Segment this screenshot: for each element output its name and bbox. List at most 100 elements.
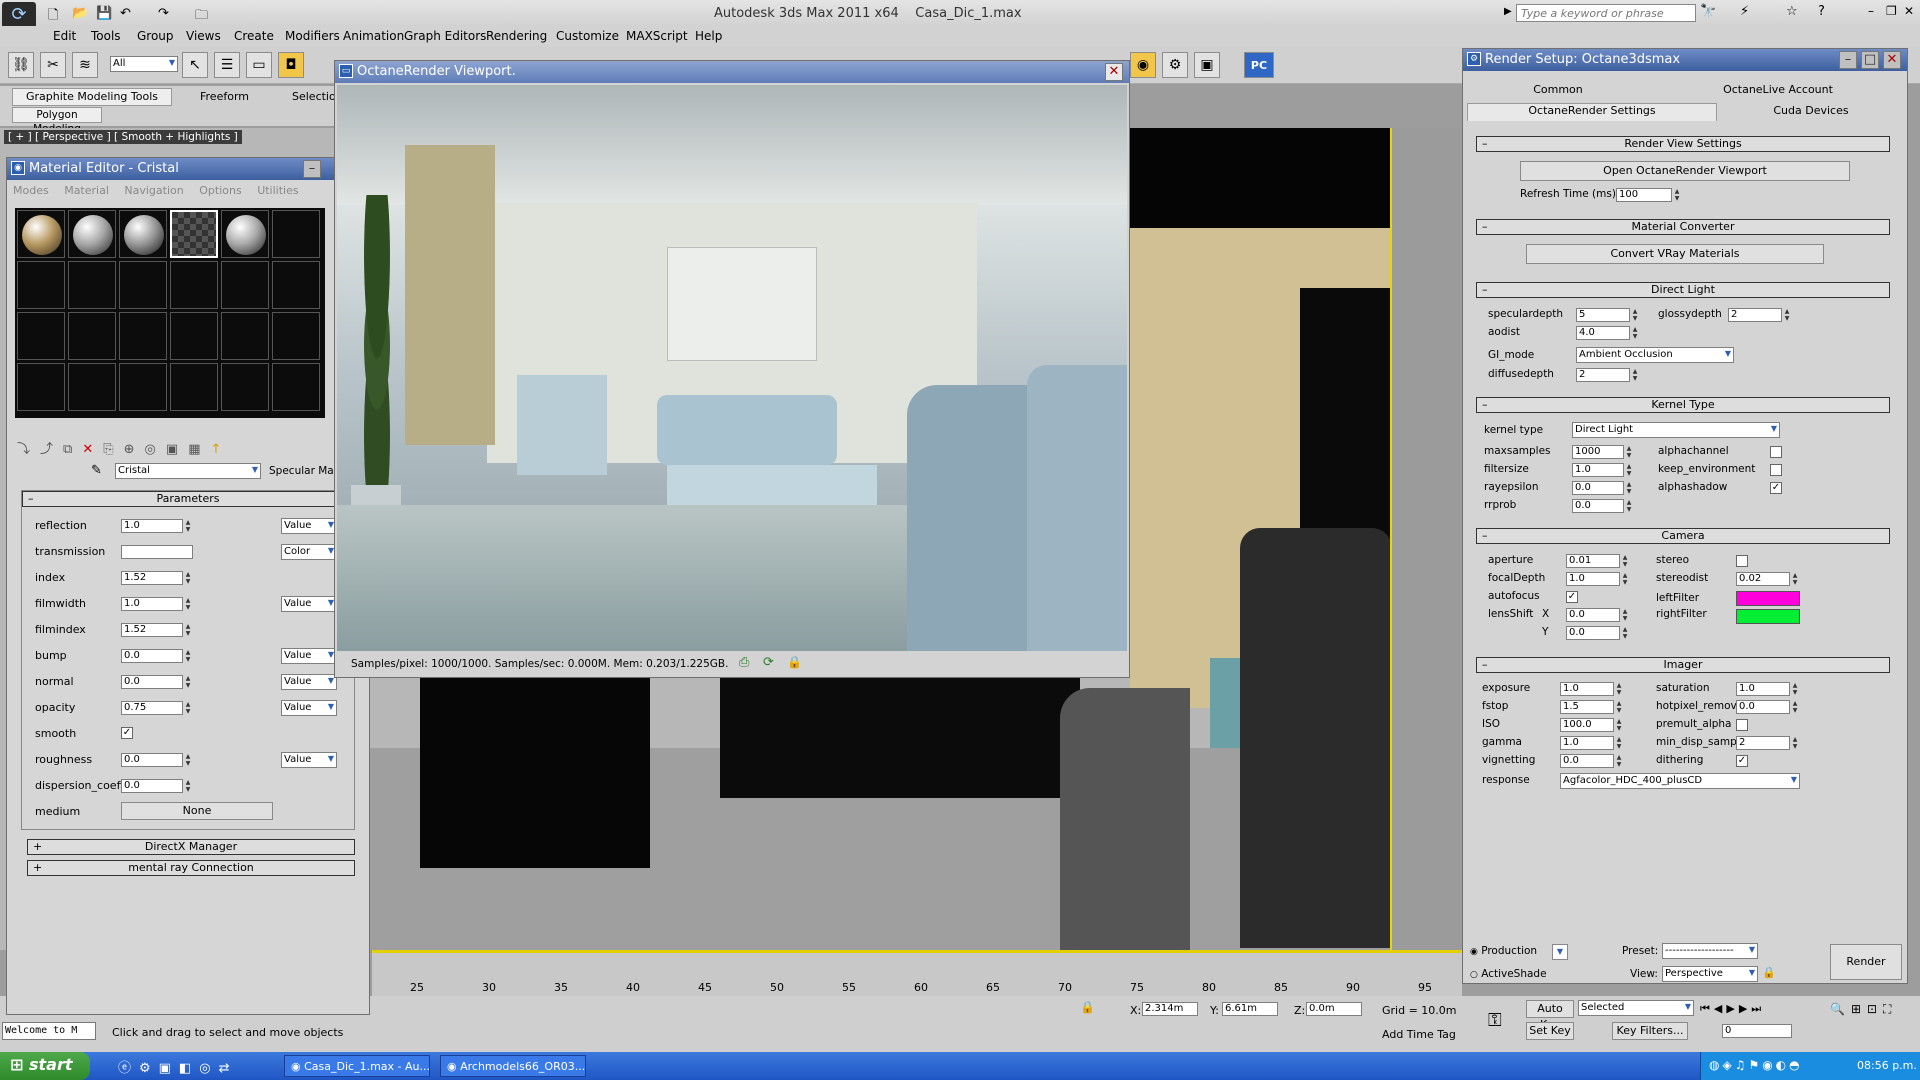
key-mode-dropdown[interactable]: Selected bbox=[1578, 1000, 1694, 1016]
vignetting-spinner[interactable]: ▲ ▼ bbox=[1615, 754, 1623, 768]
sample-slot-18[interactable] bbox=[272, 312, 320, 360]
pick-material-icon[interactable]: ✎ bbox=[91, 463, 102, 478]
aodist-spinner[interactable]: ▲ ▼ bbox=[1631, 326, 1639, 340]
speculardepth-spinner[interactable]: ▲ ▼ bbox=[1631, 308, 1639, 322]
undo-icon[interactable]: ↶ bbox=[120, 6, 131, 21]
view-dropdown[interactable]: Perspective bbox=[1662, 966, 1758, 982]
start-button[interactable]: ⊞ start bbox=[0, 1052, 90, 1080]
selection-region-icon[interactable]: ▭ bbox=[246, 52, 272, 78]
menu-modifiers[interactable]: Modifiers bbox=[285, 29, 340, 43]
menu-maxscript[interactable]: MAXScript bbox=[626, 29, 688, 43]
parameters-header[interactable]: – Parameters bbox=[22, 491, 354, 507]
help-icon[interactable]: ? bbox=[1818, 4, 1825, 19]
index-field[interactable]: 1.52 bbox=[121, 571, 183, 585]
sample-slot-1[interactable] bbox=[17, 210, 65, 258]
sample-slot-20[interactable] bbox=[68, 363, 116, 411]
view-lock-icon[interactable]: 🔒 bbox=[1762, 966, 1776, 979]
menu-tools[interactable]: Tools bbox=[91, 29, 121, 43]
filmwidth-mode-dropdown[interactable]: Value bbox=[281, 596, 337, 612]
sample-slot-3[interactable] bbox=[119, 210, 167, 258]
dispersion-field[interactable]: 0.0 bbox=[121, 779, 183, 793]
material-editor-titlebar[interactable]: ◉ Material Editor - Cristal – bbox=[7, 158, 369, 180]
material-type-button[interactable]: Specular Mat bbox=[269, 465, 338, 477]
selection-filter-dropdown[interactable]: All bbox=[110, 56, 178, 72]
transmission-mode-dropdown[interactable]: Color bbox=[281, 544, 337, 560]
y-coordinate-field[interactable]: 6.61m bbox=[1222, 1002, 1278, 1016]
menu-navigation[interactable]: Navigation bbox=[124, 184, 183, 197]
menu-help[interactable]: Help bbox=[695, 29, 722, 43]
saturation-spinner[interactable]: ▲ ▼ bbox=[1791, 682, 1799, 696]
aperture-field[interactable]: 0.01 bbox=[1566, 554, 1620, 568]
sample-slot-22[interactable] bbox=[170, 363, 218, 411]
convert-vray-materials-button[interactable]: Convert VRay Materials bbox=[1526, 244, 1824, 264]
menu-customize[interactable]: Customize bbox=[556, 29, 619, 43]
leftfilter-color-swatch[interactable] bbox=[1736, 591, 1800, 606]
material-editor-minimize-icon[interactable]: – bbox=[303, 160, 321, 178]
fstop-field[interactable]: 1.5 bbox=[1560, 700, 1614, 714]
sample-slot-10[interactable] bbox=[170, 261, 218, 309]
reflection-spinner[interactable]: ▲ ▼ bbox=[184, 519, 192, 533]
dithering-checkbox[interactable]: ✓ bbox=[1736, 755, 1748, 767]
keep-environment-checkbox[interactable] bbox=[1770, 464, 1782, 476]
octane-viewport-titlebar[interactable]: ▭ OctaneRender Viewport. ✕ bbox=[335, 61, 1129, 83]
menu-rendering[interactable]: Rendering bbox=[486, 29, 547, 43]
tab-freeform[interactable]: Freeform bbox=[200, 90, 249, 103]
opacity-field[interactable]: 0.75 bbox=[121, 701, 183, 715]
z-coordinate-field[interactable]: 0.0m bbox=[1306, 1002, 1362, 1016]
filmindex-spinner[interactable]: ▲ ▼ bbox=[184, 623, 192, 637]
saturation-field[interactable]: 1.0 bbox=[1736, 682, 1790, 696]
bump-field[interactable]: 0.0 bbox=[121, 649, 183, 663]
iso-field[interactable]: 100.0 bbox=[1560, 718, 1614, 732]
normal-mode-dropdown[interactable]: Value bbox=[281, 674, 337, 690]
min-disp-samp-field[interactable]: 2 bbox=[1736, 736, 1790, 750]
mental-ray-connection-rollout[interactable]: + mental ray Connection bbox=[27, 860, 355, 876]
viewport-nav-icons[interactable]: 🔍⊞⊡⛶ bbox=[1830, 1002, 1897, 1017]
filtersize-field[interactable]: 1.0 bbox=[1572, 463, 1624, 477]
lock-selection-icon[interactable]: 🔒 bbox=[1080, 1000, 1095, 1014]
sample-slot-23[interactable] bbox=[221, 363, 269, 411]
tab-graphite-modeling-tools[interactable]: Graphite Modeling Tools bbox=[12, 88, 172, 106]
sample-slot-11[interactable] bbox=[221, 261, 269, 309]
sample-slot-9[interactable] bbox=[119, 261, 167, 309]
go-to-parent-icon[interactable]: ↑ bbox=[210, 442, 231, 457]
sample-slot-15[interactable] bbox=[119, 312, 167, 360]
octane-save-icon[interactable]: ⎙ bbox=[739, 655, 749, 670]
sample-slot-2[interactable] bbox=[68, 210, 116, 258]
favorites-icon[interactable]: ☆ bbox=[1786, 4, 1798, 19]
preset-dropdown[interactable]: ------------------- bbox=[1662, 943, 1758, 959]
stereo-checkbox[interactable] bbox=[1736, 555, 1748, 567]
min-disp-samp-spinner[interactable]: ▲ ▼ bbox=[1791, 736, 1799, 750]
gamma-field[interactable]: 1.0 bbox=[1560, 736, 1614, 750]
taskbar-item-archmodels[interactable]: ◉ Archmodels66_OR03... bbox=[440, 1055, 586, 1077]
menu-utilities[interactable]: Utilities bbox=[257, 184, 298, 197]
render-setup-minimize-icon[interactable]: – bbox=[1839, 51, 1857, 69]
menu-animation[interactable]: Animation bbox=[343, 29, 404, 43]
sample-slot-12[interactable] bbox=[272, 261, 320, 309]
binoculars-icon[interactable]: 🔭 bbox=[1700, 4, 1716, 19]
rayepsilon-field[interactable]: 0.0 bbox=[1572, 481, 1624, 495]
menu-modes[interactable]: Modes bbox=[13, 184, 49, 197]
tab-polygon-modeling[interactable]: Polygon Modeling bbox=[12, 107, 102, 135]
sample-slot-16[interactable] bbox=[170, 312, 218, 360]
octane-render-image[interactable] bbox=[337, 85, 1127, 651]
gamma-spinner[interactable]: ▲ ▼ bbox=[1615, 736, 1623, 750]
sample-slot-6[interactable] bbox=[272, 210, 320, 258]
search-arrow-icon[interactable]: ▶ bbox=[1504, 6, 1512, 17]
delete-material-icon[interactable]: ✕ bbox=[82, 442, 103, 457]
exposure-field[interactable]: 1.0 bbox=[1560, 682, 1614, 696]
maxsamples-spinner[interactable]: ▲ ▼ bbox=[1625, 445, 1633, 459]
get-material-icon[interactable]: ⤵ bbox=[17, 442, 40, 457]
maxsamples-field[interactable]: 1000 bbox=[1572, 445, 1624, 459]
bind-space-warp-icon[interactable]: ≋ bbox=[72, 52, 98, 78]
auto-key-button[interactable]: Auto Key bbox=[1526, 1000, 1574, 1031]
production-dropdown-arrow-icon[interactable]: ▼ bbox=[1552, 944, 1568, 960]
menu-graph-editors[interactable]: Graph Editors bbox=[404, 29, 486, 43]
directx-manager-rollout[interactable]: + DirectX Manager bbox=[27, 839, 355, 855]
sample-slot-13[interactable] bbox=[17, 312, 65, 360]
quick-access-new-icon[interactable]: 🗋 bbox=[48, 6, 58, 28]
rrprob-spinner[interactable]: ▲ ▼ bbox=[1625, 499, 1633, 513]
focaldepth-spinner[interactable]: ▲ ▼ bbox=[1621, 572, 1629, 586]
dispersion-spinner[interactable]: ▲ ▼ bbox=[184, 779, 192, 793]
reflection-mode-dropdown[interactable]: Value bbox=[281, 518, 337, 534]
minimize-icon[interactable]: – bbox=[1868, 4, 1874, 18]
